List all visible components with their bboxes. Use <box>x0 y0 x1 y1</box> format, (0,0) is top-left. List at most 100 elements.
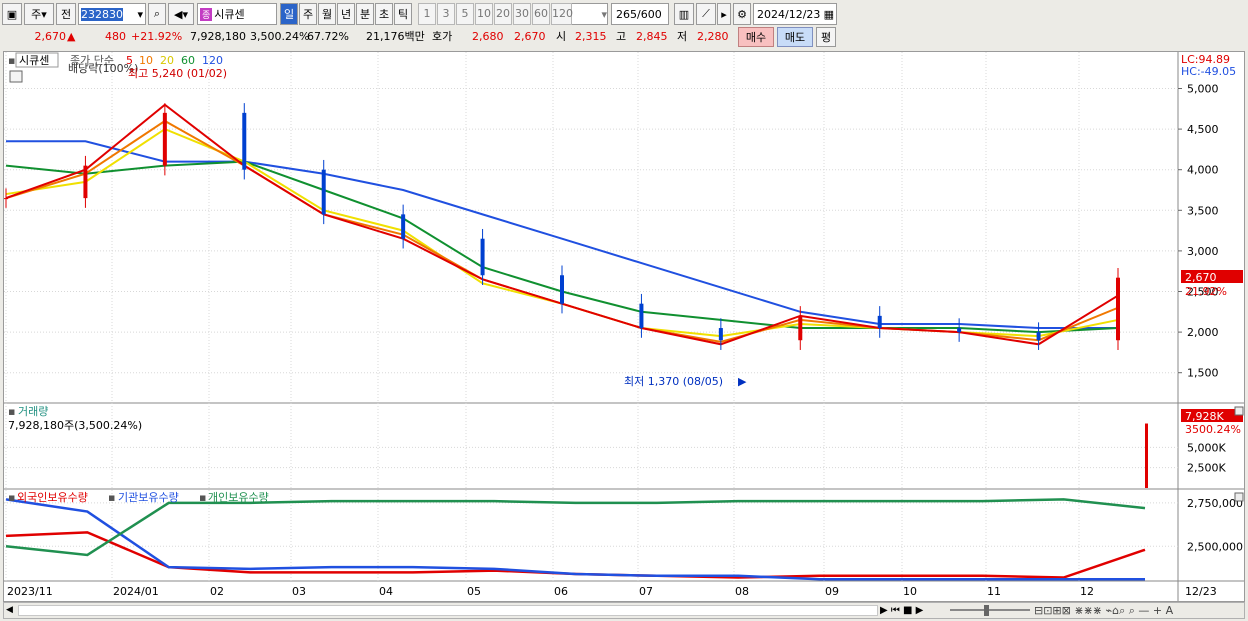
price-pane-tab[interactable]: 시큐센 <box>19 54 49 67</box>
interval-tab-30[interactable]: 30 <box>513 3 531 25</box>
x-axis-label: 12/23 <box>1185 585 1217 598</box>
eval-button[interactable]: 평 <box>816 27 836 47</box>
stock-name-field[interactable]: 종 시큐센 <box>197 3 277 25</box>
calendar-icon: ▦ <box>823 7 834 21</box>
low-note: 최저 1,370 (08/05) <box>624 375 723 388</box>
volume-badge-pct: 3500.24% <box>1185 423 1241 436</box>
zoom-slider-thumb[interactable] <box>984 605 989 616</box>
candle-body <box>877 315 882 329</box>
x-axis-label: 08 <box>735 585 749 598</box>
volume-value: 7,928,180주(3,500.24%) <box>8 419 142 432</box>
candle-body <box>4 198 8 200</box>
period-tab-5[interactable]: 초 <box>375 3 393 25</box>
period-tab-6[interactable]: 틱 <box>394 3 412 25</box>
period-tab-2[interactable]: 월 <box>318 3 336 25</box>
x-axis-label: 09 <box>825 585 839 598</box>
candle-icon[interactable]: ▥ <box>674 3 694 25</box>
pane-grip-icon: ▪ <box>8 491 15 504</box>
interval-tab-120[interactable]: 120 <box>551 3 573 25</box>
price-tick-label: 2,000 <box>1187 326 1219 339</box>
chevron-down-icon: ▾ <box>601 7 607 21</box>
interval-tab-20[interactable]: 20 <box>494 3 512 25</box>
change-percent: +21.92% <box>131 30 183 43</box>
candle-body <box>1036 332 1041 341</box>
interval-tab-10[interactable]: 10 <box>475 3 493 25</box>
interval-tab-60[interactable]: 60 <box>532 3 550 25</box>
x-axis-label: 10 <box>903 585 917 598</box>
tool-more-icon[interactable]: ▸ <box>717 3 731 25</box>
low-marker-icon: ▶ <box>738 375 747 388</box>
volume-badge: 7,928K <box>1185 410 1224 423</box>
trade-amount: 21,176백만 <box>366 30 425 43</box>
ma-label-10: 10 <box>139 54 153 67</box>
prev-button[interactable]: 전 <box>56 3 76 25</box>
interval-tab-1[interactable]: 1 <box>418 3 436 25</box>
interval-select[interactable]: ▾ <box>570 3 608 25</box>
candle-body <box>639 303 644 329</box>
candle-body <box>798 315 803 341</box>
chevron-down-icon: ▾ <box>137 7 143 21</box>
market-label: 주 <box>31 8 42 21</box>
pane-grip-icon: ▪ <box>108 491 115 504</box>
pane-grip-icon: ▪ <box>199 491 206 504</box>
ma-label-20: 20 <box>160 54 174 67</box>
period-tab-4[interactable]: 분 <box>356 3 374 25</box>
bid-price: 2,670 <box>514 30 546 43</box>
period-tab-0[interactable]: 일 <box>280 3 298 25</box>
pane-close-icon[interactable] <box>1234 406 1244 416</box>
sell-button[interactable]: 매도 <box>777 27 813 47</box>
pane-close-icon[interactable] <box>1234 492 1244 502</box>
x-axis-label: 03 <box>292 585 306 598</box>
candle-body <box>560 275 564 304</box>
x-axis-label: 2023/11 <box>7 585 53 598</box>
chart-svg[interactable]: 5,0004,5004,0003,5003,0002,5002,0001,500… <box>4 52 1244 601</box>
gear-icon[interactable]: ⚙ <box>733 3 751 25</box>
institution-holding-label: 기관보유수량 <box>118 491 179 504</box>
period-tab-3[interactable]: 년 <box>337 3 355 25</box>
pane-grip-icon: ▪ <box>8 54 15 67</box>
volume-tick-label: 5,000K <box>1187 441 1226 454</box>
x-axis-label: 04 <box>379 585 393 598</box>
interval-tab-3[interactable]: 3 <box>437 3 455 25</box>
low-label: 저 <box>677 30 688 43</box>
zoom-slider[interactable] <box>950 609 1030 611</box>
window-icon[interactable]: ▣ <box>2 3 22 25</box>
table-icon[interactable] <box>9 70 23 83</box>
price-tick-label: 4,500 <box>1187 123 1219 136</box>
drawing-tools[interactable]: ⊟⊡⊞⊠ ⋇⋇⋇ ⌁⌂⌕ ⌕ — + A <box>1034 604 1173 617</box>
x-axis-label: 07 <box>639 585 653 598</box>
price-tick-label: 3,000 <box>1187 245 1219 258</box>
chart-area[interactable]: 5,000 4,500 4,000 3,500 3,000 2,500 2,000 1,500… <box>3 51 1245 602</box>
high-price: 2,845 <box>636 30 668 43</box>
code-input[interactable]: 232830 ▾ <box>78 3 146 25</box>
speaker-icon[interactable]: ◀▾ <box>168 3 194 25</box>
interval-tab-5[interactable]: 5 <box>456 3 474 25</box>
scroll-left-icon[interactable]: ◀ <box>6 604 16 617</box>
individual-holding-label: 개인보유수량 <box>208 491 269 504</box>
buy-button[interactable]: 매수 <box>738 27 774 47</box>
hoga-label: 호가 <box>432 30 453 43</box>
open-label: 시 <box>556 30 567 43</box>
period-tab-1[interactable]: 주 <box>299 3 317 25</box>
ask-price: 2,680 <box>472 30 504 43</box>
candle-body <box>480 238 485 276</box>
candle-body <box>242 112 247 170</box>
price-tick-label: 4,000 <box>1187 164 1219 177</box>
chart-window: ▣ 주 ▾ 전 232830 ▾ ⌕ ◀▾ 종 시큐센 ▾ 265/600 ▥ ⟋ … <box>0 0 1248 621</box>
current-price: 2,670 <box>34 30 67 43</box>
date-field[interactable]: 2024/12/23 ▦ <box>753 3 837 25</box>
x-axis-label: 2024/01 <box>113 585 159 598</box>
playback-controls[interactable]: ▶ ⏮ ■ ▶ <box>880 604 923 617</box>
hc-value: HC:-49.05 <box>1181 65 1236 78</box>
count-field[interactable]: 265/600 <box>611 3 669 25</box>
bottom-toolbar: ◀ ▶ ⏮ ■ ▶ ⊟⊡⊞⊠ ⋇⋇⋇ ⌁⌂⌕ ⌕ — + A <box>3 602 1245 619</box>
foreign-holding-label: 외국인보유수량 <box>17 491 88 504</box>
price-tick-label: 5,000 <box>1187 83 1219 96</box>
search-icon[interactable]: ⌕ <box>148 3 166 25</box>
price-tick-label: 3,500 <box>1187 204 1219 217</box>
market-select[interactable]: 주 ▾ <box>24 3 54 25</box>
line-tool-icon[interactable]: ⟋ <box>696 3 716 25</box>
code-value: 232830 <box>81 7 123 21</box>
price-change: 480 <box>105 30 126 43</box>
horizontal-scrollbar[interactable] <box>18 605 878 616</box>
